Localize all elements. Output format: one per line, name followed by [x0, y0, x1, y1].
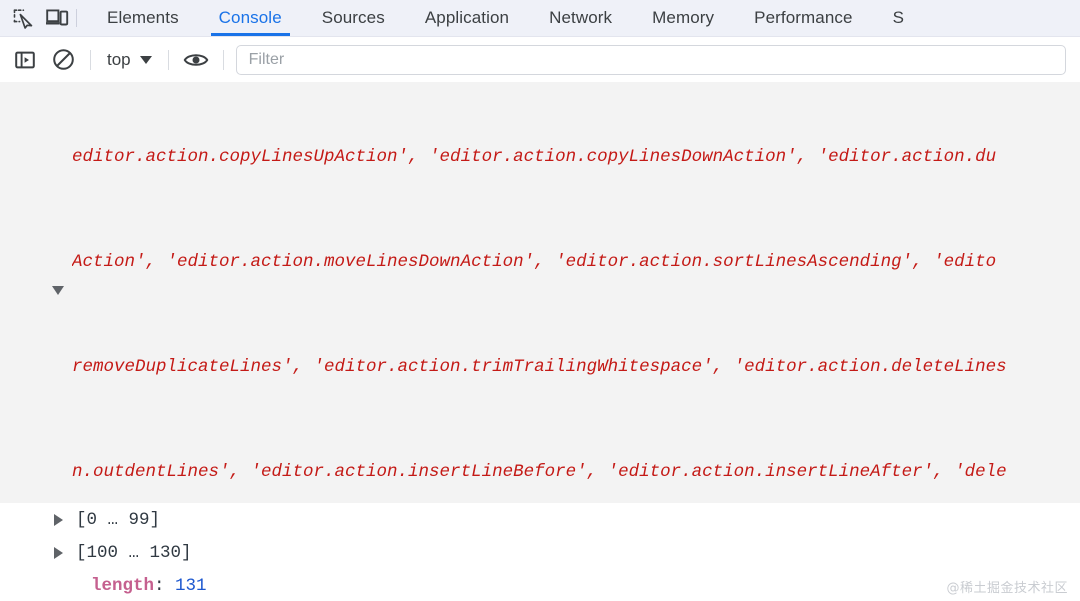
filter-box[interactable]: [235, 44, 1066, 75]
tabbar-divider: [76, 9, 77, 27]
console-toolbar-divider-1: [90, 49, 91, 70]
tab-sources[interactable]: Sources: [302, 0, 405, 36]
array-range-label: [100 … 130]: [76, 542, 192, 563]
console-line: removeDuplicateLines', 'editor.action.tr…: [72, 357, 1007, 377]
inspect-element-icon[interactable]: [6, 3, 40, 33]
tab-elements[interactable]: Elements: [87, 0, 199, 36]
console-toolbar-divider-3: [222, 49, 224, 70]
console-toolbar-divider-2: [167, 49, 169, 70]
watermark: @稀土掘金技术社区: [946, 581, 1068, 596]
expand-triangle-icon[interactable]: [54, 546, 63, 559]
console-line: Action', 'editor.action.moveLinesDownAct…: [72, 252, 997, 272]
console-array-string-preview: editor.action.copyLinesUpAction', 'edito…: [0, 82, 1080, 503]
array-length-row: length : 131: [0, 569, 1080, 601]
tab-console[interactable]: Console: [199, 0, 302, 36]
execution-context-selector[interactable]: top: [99, 46, 160, 74]
expand-collapse-triangle-icon[interactable]: [52, 286, 64, 295]
console-output-panel: editor.action.copyLinesUpAction', 'edito…: [0, 82, 1080, 601]
clear-console-icon[interactable]: [44, 43, 82, 77]
length-key: length: [91, 575, 155, 596]
array-range-row[interactable]: [100 … 130]: [0, 536, 1080, 569]
tab-performance[interactable]: Performance: [734, 0, 872, 36]
console-line: n.outdentLines', 'editor.action.insertLi…: [72, 462, 1007, 482]
devtools-tab-list: Elements Console Sources Application Net…: [87, 0, 924, 36]
tab-application[interactable]: Application: [405, 0, 529, 36]
array-range-row[interactable]: [0 … 99]: [0, 503, 1080, 536]
execution-context-label: top: [107, 49, 131, 69]
console-string-lines: editor.action.copyLinesUpAction', 'edito…: [0, 82, 1080, 503]
tab-memory[interactable]: Memory: [632, 0, 734, 36]
console-toolbar: top: [0, 37, 1080, 83]
device-toolbar-icon[interactable]: [40, 3, 74, 33]
devtools-tabbar: Elements Console Sources Application Net…: [0, 0, 1080, 37]
array-range-label: [0 … 99]: [76, 509, 161, 530]
devtools-window: Elements Console Sources Application Net…: [0, 0, 1080, 601]
length-separator: :: [154, 575, 176, 596]
tab-network[interactable]: Network: [529, 0, 632, 36]
expand-triangle-icon[interactable]: [54, 513, 63, 526]
filter-input[interactable]: [246, 49, 1055, 70]
tab-security[interactable]: S: [873, 0, 924, 36]
length-value: 131: [175, 575, 207, 596]
show-console-sidebar-icon[interactable]: [6, 43, 44, 77]
eye-icon[interactable]: [177, 43, 215, 77]
console-line: editor.action.copyLinesUpAction', 'edito…: [72, 147, 997, 167]
chevron-down-icon: [139, 55, 152, 64]
tabbar-tool-icons: [0, 0, 87, 36]
